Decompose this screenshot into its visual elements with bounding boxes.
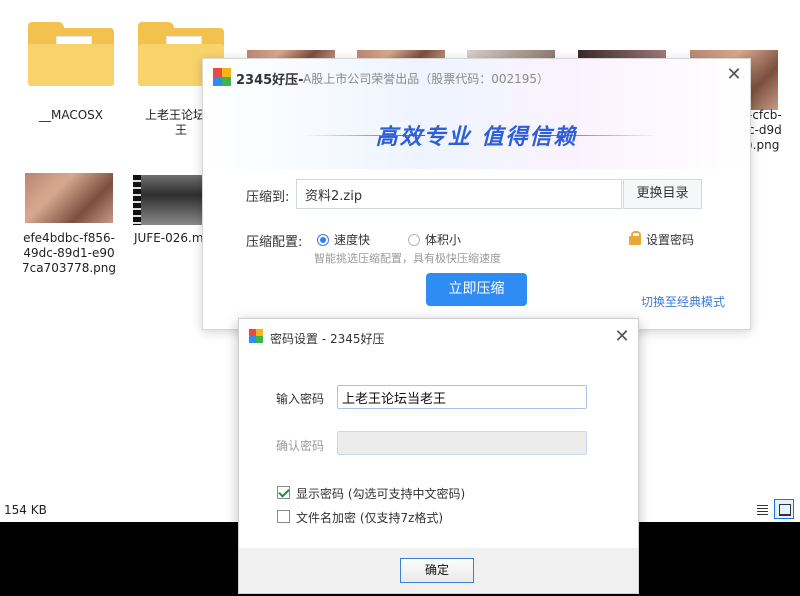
speed-option-label[interactable]: 速度快	[334, 231, 370, 248]
file-label-png[interactable]: efe4bdbc-f856- 49dc-89d1-e90 7ca703778.p…	[19, 231, 119, 276]
image-thumbnail[interactable]	[25, 173, 113, 223]
selection-size: 154 KB	[4, 503, 47, 517]
ok-button[interactable]: 确定	[400, 558, 474, 583]
compress-to-label: 压缩到:	[246, 190, 290, 205]
slogan: 高效专业 值得信赖	[375, 125, 578, 150]
lock-icon[interactable]	[629, 231, 641, 245]
app-logo-icon	[249, 329, 263, 343]
password-dialog: 密码设置 - 2345好压 ✕ 输入密码 确认密码 显示密码 (勾选可支持中文密…	[238, 318, 639, 594]
slogan-divider-right	[538, 135, 658, 136]
folder-icon[interactable]	[28, 22, 114, 86]
compress-now-button[interactable]: 立即压缩	[426, 273, 527, 306]
set-password-link[interactable]: 设置密码	[646, 231, 694, 248]
show-password-label[interactable]: 显示密码 (勾选可支持中文密码)	[296, 485, 465, 502]
file-label-macosx[interactable]: __MACOSX	[21, 108, 121, 123]
password-dialog-title: 密码设置 - 2345好压	[270, 332, 385, 346]
encrypt-filenames-label[interactable]: 文件名加密 (仅支持7z格式)	[296, 509, 443, 526]
close-icon[interactable]: ✕	[724, 65, 744, 85]
compress-dialog: 2345好压- A股上市公司荣誉出品（股票代码：002195） ✕ 高效专业 值…	[202, 58, 751, 330]
dialog-subtitle: A股上市公司荣誉出品（股票代码：002195）	[303, 72, 550, 86]
archive-path-input[interactable]	[296, 179, 622, 209]
encrypt-filenames-checkbox[interactable]	[277, 510, 290, 523]
change-directory-button[interactable]: 更换目录	[623, 179, 702, 209]
dialog-title: 2345好压-	[236, 73, 304, 88]
confirm-password-input[interactable]	[337, 431, 587, 455]
size-option-label[interactable]: 体积小	[425, 231, 461, 248]
file-label-partial[interactable]: -cfcb- c-d9d ).png	[748, 108, 800, 153]
size-radio[interactable]	[408, 234, 420, 246]
speed-radio[interactable]	[317, 234, 329, 246]
enter-password-label: 输入密码	[276, 392, 325, 406]
password-input[interactable]	[337, 385, 587, 409]
app-logo-icon	[213, 68, 231, 86]
file-label-video[interactable]: JUFE-026.m	[134, 231, 204, 246]
details-view-icon[interactable]	[752, 499, 772, 519]
close-icon[interactable]: ✕	[612, 327, 632, 347]
config-hint: 智能挑选压缩配置，具有极快压缩速度	[314, 252, 501, 265]
confirm-password-label: 确认密码	[276, 439, 325, 453]
large-icons-view-icon[interactable]	[774, 499, 794, 519]
compress-config-label: 压缩配置:	[246, 235, 303, 250]
show-password-checkbox[interactable]	[277, 486, 290, 499]
classic-mode-link[interactable]: 切换至经典模式	[641, 293, 725, 310]
